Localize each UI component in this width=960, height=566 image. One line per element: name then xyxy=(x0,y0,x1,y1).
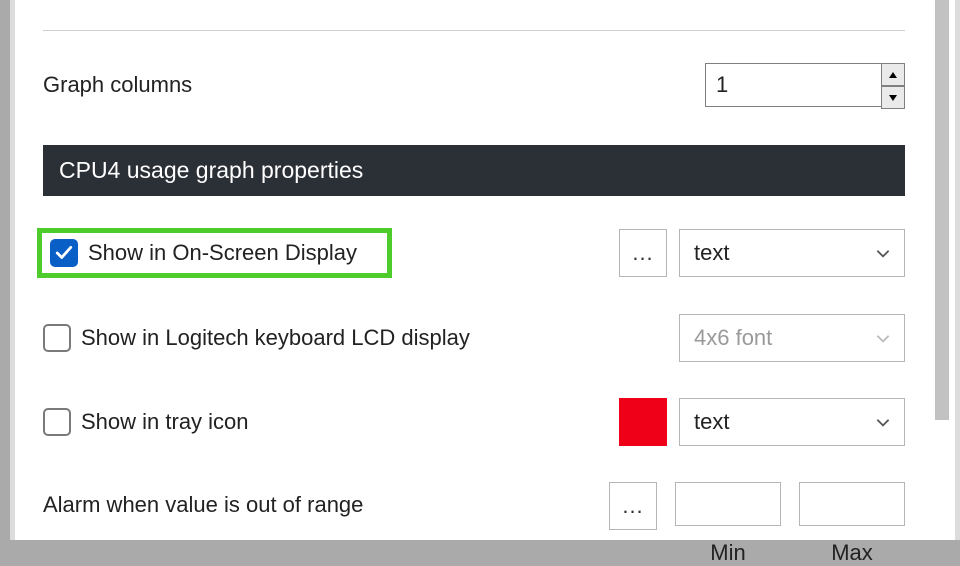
alarm-max-label: Max xyxy=(831,540,873,566)
tray-select[interactable]: text xyxy=(679,398,905,446)
alarm-label: Alarm when value is out of range xyxy=(43,492,363,518)
chevron-down-icon xyxy=(874,329,892,347)
alarm-min-input[interactable] xyxy=(675,482,781,526)
chevron-down-icon xyxy=(874,413,892,431)
settings-panel: Graph columns 1 CPU4 usage graph xyxy=(10,0,960,540)
chevron-down-icon xyxy=(874,244,892,262)
osd-ellipsis-button[interactable]: ... xyxy=(619,229,667,277)
tray-left: Show in tray icon xyxy=(43,408,249,436)
section-header: CPU4 usage graph properties xyxy=(43,145,905,196)
osd-row: Show in On-Screen Display ... text xyxy=(43,228,905,278)
alarm-max-input[interactable] xyxy=(799,482,905,526)
lcd-checkbox[interactable] xyxy=(43,324,71,352)
graph-columns-controls: 1 xyxy=(705,63,905,107)
osd-controls: ... text xyxy=(619,229,905,277)
alarm-ellipsis-button[interactable]: ... xyxy=(609,482,657,530)
osd-highlight: Show in On-Screen Display xyxy=(37,228,392,278)
tray-label: Show in tray icon xyxy=(81,409,249,435)
scrollbar-thumb[interactable] xyxy=(935,0,949,420)
alarm-min-col: Min xyxy=(675,482,781,566)
spinner-buttons xyxy=(881,63,905,109)
alarm-max-col: Max xyxy=(799,482,905,566)
divider xyxy=(43,30,905,31)
caret-down-icon xyxy=(888,94,898,102)
alarm-left: Alarm when value is out of range xyxy=(43,482,363,518)
lcd-row: Show in Logitech keyboard LCD display 4x… xyxy=(43,314,905,362)
tray-checkbox[interactable] xyxy=(43,408,71,436)
spinner-down-button[interactable] xyxy=(881,86,905,109)
lcd-label: Show in Logitech keyboard LCD display xyxy=(81,325,470,351)
graph-columns-label: Graph columns xyxy=(43,72,192,98)
alarm-row: Alarm when value is out of range ... Min… xyxy=(43,482,905,566)
ellipsis-icon: ... xyxy=(622,493,643,519)
alarm-controls: ... Min Max xyxy=(609,482,905,566)
graph-columns-row: Graph columns 1 xyxy=(43,61,905,109)
lcd-select-value: 4x6 font xyxy=(694,325,772,351)
content-area: Graph columns 1 CPU4 usage graph xyxy=(15,0,923,540)
osd-select-value: text xyxy=(694,240,729,266)
alarm-min-label: Min xyxy=(710,540,745,566)
osd-label: Show in On-Screen Display xyxy=(88,240,357,266)
osd-select[interactable]: text xyxy=(679,229,905,277)
graph-columns-label-wrap: Graph columns xyxy=(43,72,192,98)
tray-controls: text xyxy=(619,398,905,446)
lcd-select[interactable]: 4x6 font xyxy=(679,314,905,362)
osd-left: Show in On-Screen Display xyxy=(43,228,392,278)
tray-row: Show in tray icon text xyxy=(43,398,905,446)
checkmark-icon xyxy=(55,244,73,262)
ellipsis-icon: ... xyxy=(632,240,653,266)
graph-columns-input[interactable]: 1 xyxy=(705,63,905,107)
lcd-left: Show in Logitech keyboard LCD display xyxy=(43,324,470,352)
tray-color-swatch[interactable] xyxy=(619,398,667,446)
spinner-up-button[interactable] xyxy=(881,63,905,86)
lcd-controls: 4x6 font xyxy=(679,314,905,362)
caret-up-icon xyxy=(888,71,898,79)
graph-columns-value: 1 xyxy=(716,72,728,98)
tray-select-value: text xyxy=(694,409,729,435)
osd-checkbox[interactable] xyxy=(50,239,78,267)
